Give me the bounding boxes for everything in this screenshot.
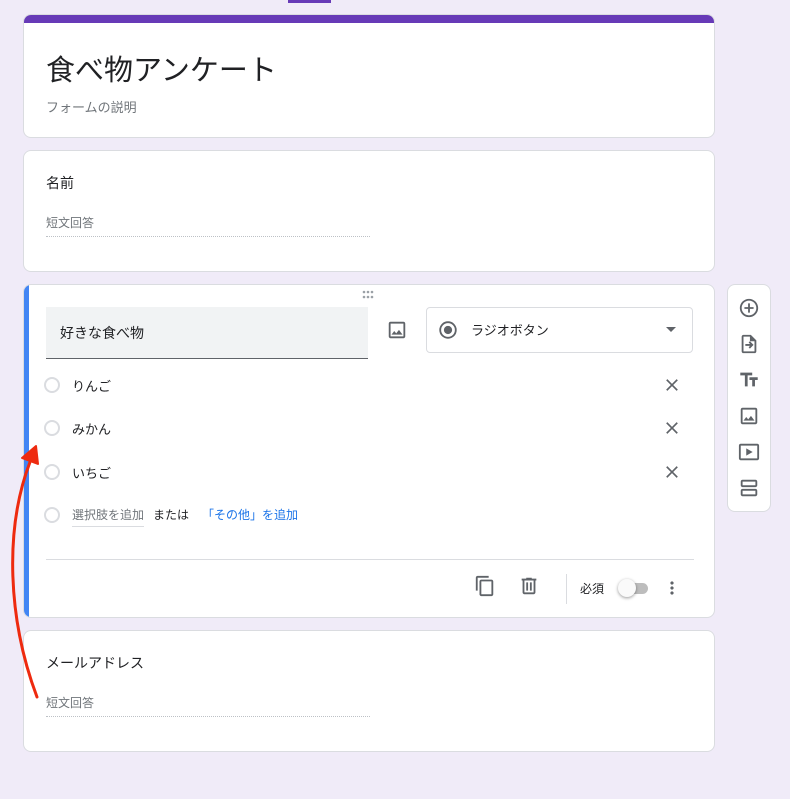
question-card-email[interactable]: メールアドレス 短文回答 (23, 630, 715, 752)
question-title: 名前 (46, 176, 74, 192)
footer-divider (46, 559, 694, 560)
form-title[interactable]: 食べ物アンケート (46, 53, 277, 87)
question-title-input[interactable]: 好きな食べ物 (46, 307, 368, 359)
option-label[interactable]: いちご (72, 463, 111, 482)
section-icon[interactable] (738, 477, 760, 499)
add-other-link[interactable]: 「その他」を追加 (202, 506, 298, 523)
question-type-select[interactable]: ラジオボタン (426, 307, 693, 353)
option-radio (44, 464, 60, 480)
trash-icon[interactable] (518, 575, 540, 597)
option-radio (44, 507, 60, 523)
close-icon[interactable] (662, 375, 682, 395)
close-icon[interactable] (662, 462, 682, 482)
more-vert-icon[interactable] (662, 578, 682, 598)
form-description[interactable]: フォームの説明 (46, 97, 137, 116)
add-circle-icon[interactable] (738, 297, 760, 319)
or-text: または (153, 508, 190, 522)
required-toggle[interactable] (618, 579, 650, 597)
form-accent-bar (24, 15, 714, 23)
image-icon[interactable] (386, 319, 408, 341)
copy-icon[interactable] (474, 575, 496, 597)
required-label: 必須 (580, 582, 605, 596)
footer-vertical-divider (566, 574, 567, 604)
radio-button-icon (437, 319, 459, 341)
short-answer-placeholder: 短文回答 (46, 214, 370, 237)
question-title: メールアドレス (46, 656, 144, 672)
add-option-button[interactable]: 選択肢を追加 (72, 506, 145, 527)
active-question-bar (24, 285, 29, 617)
import-icon[interactable] (738, 333, 760, 355)
option-radio (44, 377, 60, 393)
video-icon[interactable] (738, 441, 760, 463)
floating-toolbar (727, 284, 771, 512)
image-icon[interactable] (738, 405, 760, 427)
form-title-card[interactable]: 食べ物アンケート フォームの説明 (23, 14, 715, 138)
option-label[interactable]: みかん (72, 419, 111, 438)
option-label[interactable]: りんご (72, 376, 111, 395)
drag-handle-icon[interactable] (362, 290, 378, 300)
text-icon[interactable] (738, 369, 760, 391)
option-row[interactable]: いちご (44, 458, 684, 486)
close-icon[interactable] (662, 418, 682, 438)
option-radio (44, 420, 60, 436)
question-card-name[interactable]: 名前 短文回答 (23, 150, 715, 272)
option-row[interactable]: みかん (44, 414, 684, 442)
question-card-favorite-food[interactable]: 好きな食べ物 ラジオボタン りんご みかん いちご 選択肢を追加 または 「その… (23, 284, 715, 618)
caret-down-icon (665, 326, 677, 334)
question-title-text: 好きな食べ物 (60, 326, 144, 342)
toggle-knob (618, 579, 636, 597)
option-row[interactable]: りんご (44, 371, 684, 399)
add-option-row: 選択肢を追加 または 「その他」を追加 (44, 501, 444, 529)
active-tab-indicator (288, 0, 331, 3)
short-answer-placeholder: 短文回答 (46, 694, 370, 717)
question-type-label: ラジオボタン (471, 324, 549, 339)
